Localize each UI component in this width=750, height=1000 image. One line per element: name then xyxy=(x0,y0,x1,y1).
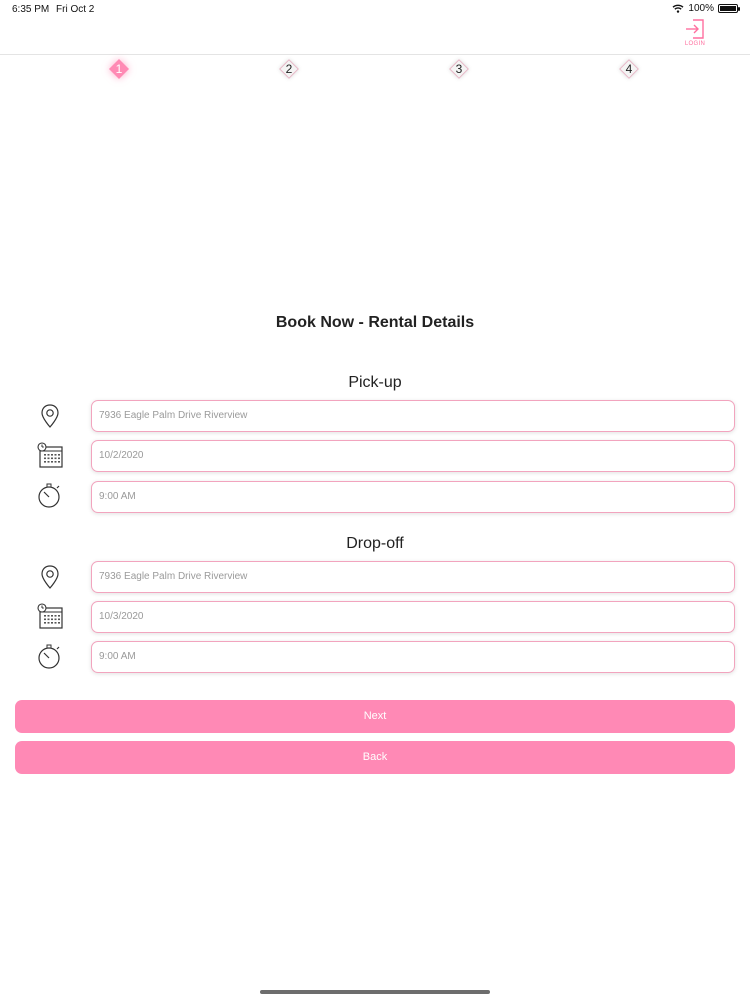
stopwatch-icon xyxy=(38,483,60,508)
calendar-icon xyxy=(37,442,63,468)
dropoff-date-input[interactable]: 10/3/2020 xyxy=(91,601,735,633)
status-time: 6:35 PM xyxy=(12,4,50,15)
location-pin-icon xyxy=(41,404,59,428)
step-number: 2 xyxy=(285,62,293,76)
stopwatch-icon xyxy=(38,644,60,669)
pickup-heading: Pick-up xyxy=(348,374,402,391)
status-date: Fri Oct 2 xyxy=(56,4,95,15)
login-label: LOGIN xyxy=(684,41,706,47)
battery-percent: 100% xyxy=(688,3,714,14)
next-button[interactable]: Next xyxy=(15,700,735,733)
login-icon xyxy=(686,19,704,39)
page-title: Book Now - Rental Details xyxy=(275,314,475,331)
dropoff-location-input[interactable]: 7936 Eagle Palm Drive Riverview xyxy=(91,561,735,593)
step-number: 3 xyxy=(455,62,463,76)
step-number: 4 xyxy=(625,62,633,76)
status-right: 100% xyxy=(672,3,740,14)
step-3[interactable]: 3 xyxy=(449,59,469,79)
back-button[interactable]: Back xyxy=(15,741,735,774)
dropoff-time-input[interactable]: 9:00 AM xyxy=(91,641,735,673)
step-2[interactable]: 2 xyxy=(279,59,299,79)
home-indicator xyxy=(260,990,490,994)
step-4[interactable]: 4 xyxy=(619,59,639,79)
step-1[interactable]: 1 xyxy=(109,59,129,79)
header-divider xyxy=(0,54,750,55)
dropoff-heading: Drop-off xyxy=(346,535,404,552)
pickup-location-input[interactable]: 7936 Eagle Palm Drive Riverview xyxy=(91,400,735,432)
pickup-date-input[interactable]: 10/2/2020 xyxy=(91,440,735,472)
location-pin-icon xyxy=(41,565,59,589)
login-button[interactable]: LOGIN xyxy=(680,18,710,47)
wifi-icon xyxy=(672,4,684,13)
calendar-icon xyxy=(37,603,63,629)
status-bar: 6:35 PM Fri Oct 2 100% xyxy=(0,0,750,18)
battery-icon xyxy=(718,4,740,13)
step-number: 1 xyxy=(115,62,123,76)
pickup-time-input[interactable]: 9:00 AM xyxy=(91,481,735,513)
